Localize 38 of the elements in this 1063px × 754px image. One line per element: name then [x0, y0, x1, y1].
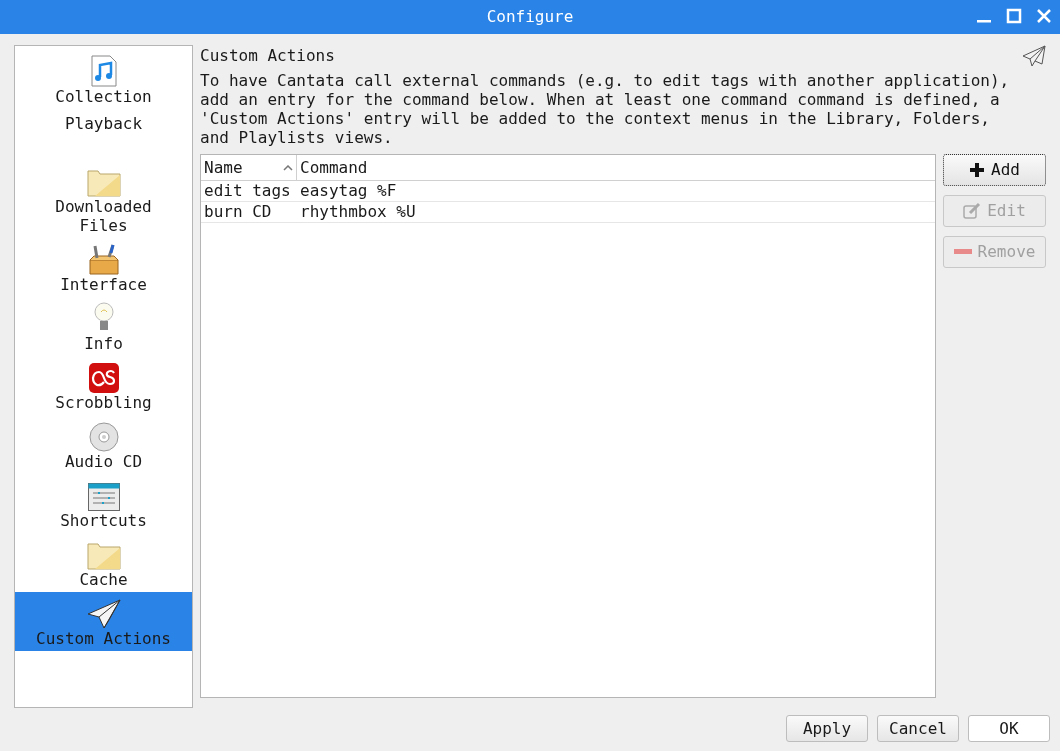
- folder-icon: [86, 169, 121, 197]
- dialog-button[interactable]: Cancel: [877, 715, 959, 742]
- minus-icon: [953, 249, 972, 255]
- sidebar-item[interactable]: Shortcuts: [15, 474, 192, 533]
- paper-plane-icon: [1022, 45, 1046, 67]
- window-title: Configure: [486, 6, 574, 28]
- maximize-icon[interactable]: [1006, 8, 1022, 24]
- table-cell-text: edit tags: [203, 180, 292, 202]
- sidebar-item[interactable]: Scrobbling: [15, 356, 192, 415]
- column-header[interactable]: Command: [297, 155, 935, 180]
- sidebar-item[interactable]: Playback: [15, 109, 192, 136]
- pencil-icon: [963, 202, 982, 220]
- sort-ascending-icon: [283, 164, 293, 171]
- table-cell-text: easytag %F: [299, 180, 398, 202]
- lastfm-logo-icon: [88, 363, 119, 393]
- table-cell-text: rhythmbox %U: [299, 201, 417, 223]
- sidebar-item[interactable]: Audio CD: [15, 415, 192, 474]
- dialog-button[interactable]: Apply: [786, 715, 868, 742]
- table-cell-text: burn CD: [203, 201, 273, 223]
- page-title: Custom Actions: [200, 46, 335, 66]
- sidebar-item[interactable]: Info: [15, 297, 192, 356]
- plus-icon: [969, 162, 986, 178]
- sidebar-item[interactable]: Collection: [15, 50, 192, 109]
- sidebar-item[interactable]: Custom Actions: [15, 592, 192, 651]
- sidebar-item[interactable]: Downloaded Files: [15, 160, 192, 238]
- description-text: To have Cantata call external commands (e.g. to edit tags with another application), add an entry for the command below. When at least one command command is defined, a 'Custom Actions' entry will be added to the context menus in the Library, Folders, and Playlists views.: [200, 71, 1011, 147]
- paper-plane-icon: [86, 599, 121, 629]
- sidebar-item[interactable]: Interface: [15, 238, 192, 297]
- toolbox-icon: [86, 243, 121, 275]
- disc-icon: [88, 422, 119, 452]
- folder-icon: [86, 542, 121, 570]
- column-header[interactable]: Name: [201, 155, 297, 180]
- dialog-button[interactable]: OK: [968, 715, 1050, 742]
- sliders-icon: [87, 483, 120, 511]
- music-file-icon: [90, 55, 117, 87]
- sidebar-item[interactable]: Cache: [15, 533, 192, 592]
- close-icon[interactable]: [1036, 8, 1052, 24]
- action-button[interactable]: Add: [943, 154, 1046, 186]
